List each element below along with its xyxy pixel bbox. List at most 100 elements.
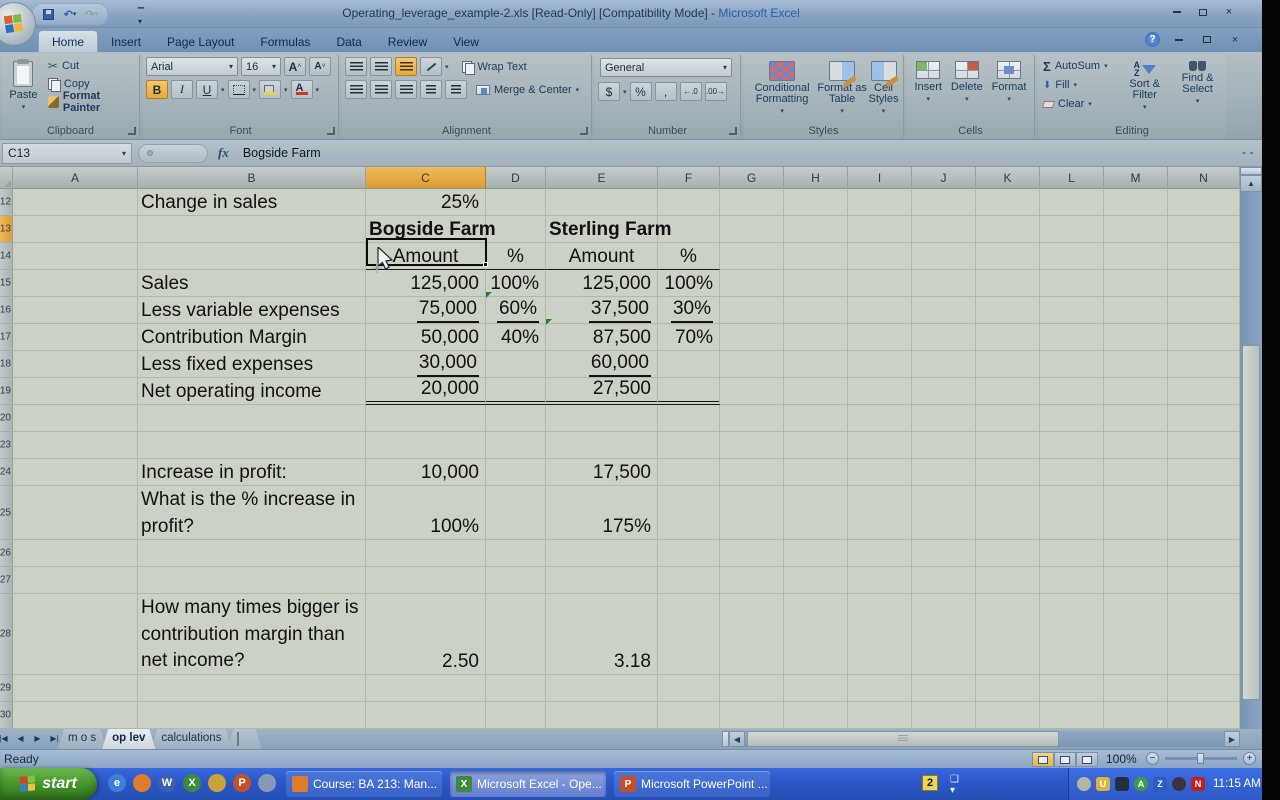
cell-H16[interactable] xyxy=(784,297,848,324)
shrink-font-button[interactable]: A˅ xyxy=(309,57,331,76)
cell-K27[interactable] xyxy=(976,567,1040,594)
cell-L27[interactable] xyxy=(1040,567,1104,594)
cell-M16[interactable] xyxy=(1104,297,1168,324)
number-dialog-launcher-icon[interactable] xyxy=(729,127,737,135)
cell-D30[interactable] xyxy=(486,702,546,729)
cell-C26[interactable] xyxy=(366,540,486,567)
row-header-28[interactable]: 28 xyxy=(0,594,13,675)
cell-N15[interactable] xyxy=(1168,270,1240,297)
cell-D26[interactable] xyxy=(486,540,546,567)
cell-H28[interactable] xyxy=(784,594,848,675)
cell-J19[interactable] xyxy=(912,378,976,405)
cell-H19[interactable] xyxy=(784,378,848,405)
increase-indent-button[interactable] xyxy=(445,80,467,99)
cell-C27[interactable] xyxy=(366,567,486,594)
cell-G15[interactable] xyxy=(720,270,784,297)
tab-review[interactable]: Review xyxy=(375,31,440,52)
row-header-17[interactable]: 17 xyxy=(0,324,13,351)
decrease-decimal-button[interactable]: .00→ xyxy=(705,82,727,101)
row-header-27[interactable]: 27 xyxy=(0,567,13,594)
cell-C25[interactable]: 100% xyxy=(366,486,486,540)
cell-B14[interactable] xyxy=(138,243,366,270)
cell-M18[interactable] xyxy=(1104,351,1168,378)
doc-restore-button[interactable] xyxy=(1198,33,1216,47)
cell-B16[interactable]: Less variable expenses xyxy=(138,297,366,324)
excel-icon[interactable]: X xyxy=(183,774,201,792)
alignment-dialog-launcher-icon[interactable] xyxy=(580,127,588,135)
cell-G12[interactable] xyxy=(720,189,784,216)
cell-A13[interactable] xyxy=(13,216,138,243)
firefox-icon[interactable] xyxy=(133,774,151,792)
cell-M17[interactable] xyxy=(1104,324,1168,351)
cell-I16[interactable] xyxy=(848,297,912,324)
cell-H13[interactable] xyxy=(784,216,848,243)
borders-button[interactable] xyxy=(228,80,250,99)
cell-B19[interactable]: Net operating income xyxy=(138,378,366,405)
cell-A29[interactable] xyxy=(13,675,138,702)
cell-F30[interactable] xyxy=(658,702,720,729)
tab-home[interactable]: Home xyxy=(38,30,98,52)
cell-J17[interactable] xyxy=(912,324,976,351)
cell-G20[interactable] xyxy=(720,405,784,432)
cell-A18[interactable] xyxy=(13,351,138,378)
name-box[interactable]: C13▾ xyxy=(2,143,132,164)
cell-L14[interactable] xyxy=(1040,243,1104,270)
tab-view[interactable]: View xyxy=(440,31,492,52)
cell-I13[interactable] xyxy=(848,216,912,243)
align-bottom-button[interactable] xyxy=(395,57,417,76)
autosum-button[interactable]: ΣAutoSum▾ xyxy=(1041,57,1117,75)
cell-F20[interactable] xyxy=(658,405,720,432)
cell-N26[interactable] xyxy=(1168,540,1240,567)
cell-M27[interactable] xyxy=(1104,567,1168,594)
cell-D12[interactable] xyxy=(486,189,546,216)
cell-G30[interactable] xyxy=(720,702,784,729)
cell-H20[interactable] xyxy=(784,405,848,432)
cell-I15[interactable] xyxy=(848,270,912,297)
cell-M28[interactable] xyxy=(1104,594,1168,675)
cell-E15[interactable]: 125,000 xyxy=(546,270,658,297)
cell-B27[interactable] xyxy=(138,567,366,594)
cell-E23[interactable] xyxy=(546,432,658,459)
cell-L15[interactable] xyxy=(1040,270,1104,297)
cell-L23[interactable] xyxy=(1040,432,1104,459)
cell-G29[interactable] xyxy=(720,675,784,702)
sheet-tab-calculations[interactable]: calculations xyxy=(151,729,231,749)
cell-E17[interactable]: 87,500 xyxy=(546,324,658,351)
cell-J20[interactable] xyxy=(912,405,976,432)
cell-A25[interactable] xyxy=(13,486,138,540)
cell-N30[interactable] xyxy=(1168,702,1240,729)
cell-N19[interactable] xyxy=(1168,378,1240,405)
cell-A30[interactable] xyxy=(13,702,138,729)
paste-button[interactable]: Paste ▾ xyxy=(5,57,42,123)
vertical-scrollbar[interactable]: ▲ ▼ xyxy=(1240,167,1262,749)
doc-close-button[interactable]: × xyxy=(1226,33,1244,47)
minimize-button[interactable] xyxy=(1168,5,1186,19)
page-break-view-button[interactable] xyxy=(1076,752,1098,767)
row-header-14[interactable]: 14 xyxy=(0,243,13,270)
cell-F26[interactable] xyxy=(658,540,720,567)
cell-J29[interactable] xyxy=(912,675,976,702)
tab-page-layout[interactable]: Page Layout xyxy=(154,31,247,52)
zoom-out-icon[interactable]: − xyxy=(1146,752,1159,765)
cell-K16[interactable] xyxy=(976,297,1040,324)
zoom-slider[interactable]: − + xyxy=(1146,752,1256,765)
cell-B29[interactable] xyxy=(138,675,366,702)
cell-F19[interactable] xyxy=(658,378,720,405)
vertical-scroll-thumb[interactable] xyxy=(1242,345,1260,700)
sheet-tab-m-o-s[interactable]: m o s xyxy=(58,729,106,749)
merge-center-button[interactable]: Merge & Center▾ xyxy=(474,81,581,99)
cell-A26[interactable] xyxy=(13,540,138,567)
cell-L17[interactable] xyxy=(1040,324,1104,351)
row-header-19[interactable]: 19 xyxy=(0,378,13,405)
cell-H26[interactable] xyxy=(784,540,848,567)
column-header-G[interactable]: G xyxy=(720,167,784,189)
cell-E19[interactable]: 27,500 xyxy=(546,378,658,405)
fill-button[interactable]: ⬇Fill▾ xyxy=(1041,76,1117,94)
cell-G27[interactable] xyxy=(720,567,784,594)
cell-I19[interactable] xyxy=(848,378,912,405)
align-left-button[interactable] xyxy=(345,80,367,99)
bold-button[interactable]: B xyxy=(146,80,168,99)
cell-E13[interactable]: Sterling Farm xyxy=(546,216,658,243)
cell-B12[interactable]: Change in sales xyxy=(138,189,366,216)
formula-content[interactable]: Bogside Farm xyxy=(243,146,321,160)
